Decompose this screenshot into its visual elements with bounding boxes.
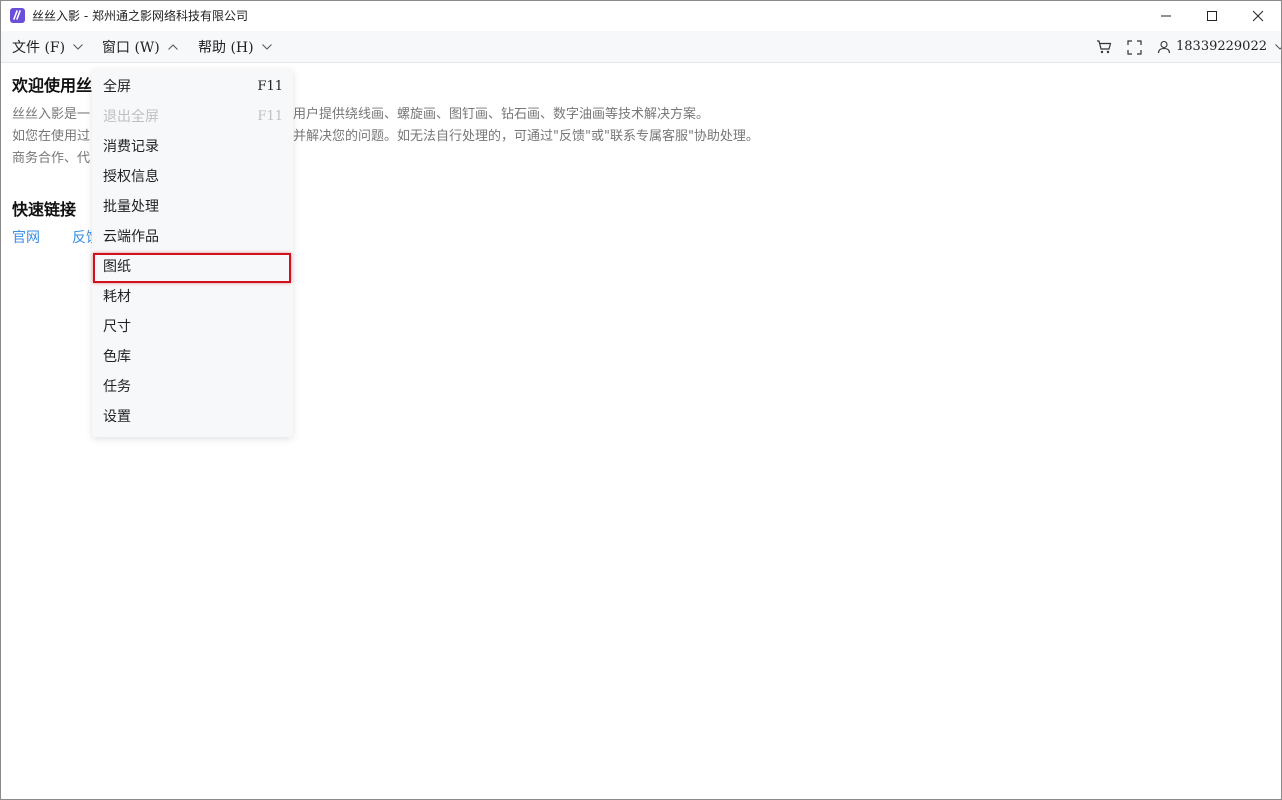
- menu-item-color-library[interactable]: 色库: [92, 341, 293, 371]
- chevron-down-icon: [73, 43, 83, 50]
- menu-item-label: 全屏: [103, 79, 131, 95]
- menu-item-settings[interactable]: 设置: [92, 401, 293, 431]
- menu-item-shortcut: F11: [257, 108, 283, 124]
- chevron-up-icon: [167, 43, 178, 50]
- minimize-button[interactable]: [1143, 1, 1189, 31]
- menu-item-exit-fullscreen: 退出全屏 F11: [92, 101, 293, 131]
- chevron-down-icon: [1275, 43, 1281, 50]
- menu-help-label: 帮助 (H): [198, 39, 254, 56]
- menu-item-label: 耗材: [103, 289, 131, 305]
- menu-item-label: 消费记录: [103, 139, 159, 155]
- menu-help[interactable]: 帮助 (H): [198, 31, 272, 62]
- link-official-site[interactable]: 官网: [12, 227, 40, 247]
- menu-item-label: 授权信息: [103, 169, 159, 185]
- maximize-icon: [1207, 11, 1217, 21]
- menu-window-label: 窗口 (W): [102, 39, 160, 56]
- app-window: 丝丝入影 - 郑州通之影网络科技有限公司 文件 (F) 窗口 (W) 帮助 (H…: [0, 0, 1282, 800]
- close-button[interactable]: [1235, 1, 1281, 31]
- menu-item-consumption-records[interactable]: 消费记录: [92, 131, 293, 161]
- menu-item-label: 云端作品: [103, 229, 159, 245]
- chevron-down-icon: [261, 43, 272, 50]
- menu-window[interactable]: 窗口 (W): [102, 31, 178, 62]
- menu-item-tasks[interactable]: 任务: [92, 371, 293, 401]
- menu-item-fullscreen[interactable]: 全屏 F11: [92, 71, 293, 101]
- menu-item-label: 尺寸: [103, 319, 131, 335]
- user-menu[interactable]: 18339229022: [1157, 31, 1281, 62]
- intro-text-1a: 丝丝入影是一: [12, 107, 91, 122]
- menu-item-batch-process[interactable]: 批量处理: [92, 191, 293, 221]
- menu-item-label: 任务: [103, 379, 131, 395]
- cart-icon[interactable]: [1095, 38, 1113, 56]
- menu-item-drawings[interactable]: 图纸: [92, 251, 293, 281]
- close-icon: [1252, 10, 1264, 22]
- menu-item-cloud-works[interactable]: 云端作品: [92, 221, 293, 251]
- maximize-button[interactable]: [1189, 1, 1235, 31]
- quick-links-title: 快速链接: [12, 200, 77, 219]
- intro-text-3a: 商务合作、代: [12, 151, 91, 166]
- menu-item-consumables[interactable]: 耗材: [92, 281, 293, 311]
- menu-item-label: 批量处理: [103, 199, 159, 215]
- menu-item-label: 图纸: [103, 259, 131, 275]
- menu-item-license-info[interactable]: 授权信息: [92, 161, 293, 191]
- menu-item-label: 设置: [103, 409, 131, 425]
- title-bar: 丝丝入影 - 郑州通之影网络科技有限公司: [1, 1, 1281, 31]
- window-title: 丝丝入影 - 郑州通之影网络科技有限公司: [32, 9, 248, 23]
- window-dropdown-menu: 全屏 F11 退出全屏 F11 消费记录授权信息批量处理云端作品图纸耗材尺寸色库任务设置: [92, 69, 293, 437]
- intro-text-2b: 查找并解决您的问题。如无法自行处理的，可通过"反馈"或"联系专属客服"协助处理。: [267, 129, 759, 144]
- menu-item-label: 色库: [103, 349, 131, 365]
- menu-item-size[interactable]: 尺寸: [92, 311, 293, 341]
- intro-text-1b: 于为用户提供绕线画、螺旋画、图钉画、钻石画、数字油画等技术解决方案。: [267, 107, 710, 122]
- menu-item-shortcut: F11: [257, 78, 283, 94]
- welcome-title: 欢迎使用丝: [12, 76, 93, 95]
- user-phone: 18339229022: [1176, 39, 1267, 54]
- user-icon: [1157, 40, 1171, 53]
- menu-file[interactable]: 文件 (F): [12, 31, 83, 62]
- minimize-icon: [1161, 15, 1171, 17]
- app-logo-icon: [10, 8, 25, 23]
- menu-file-label: 文件 (F): [12, 39, 66, 56]
- intro-text-2a: 如您在使用过: [12, 129, 91, 144]
- menu-item-label: 退出全屏: [103, 109, 159, 125]
- fullscreen-icon[interactable]: [1125, 38, 1143, 56]
- menu-bar: 文件 (F) 窗口 (W) 帮助 (H) 18339229022: [1, 31, 1281, 63]
